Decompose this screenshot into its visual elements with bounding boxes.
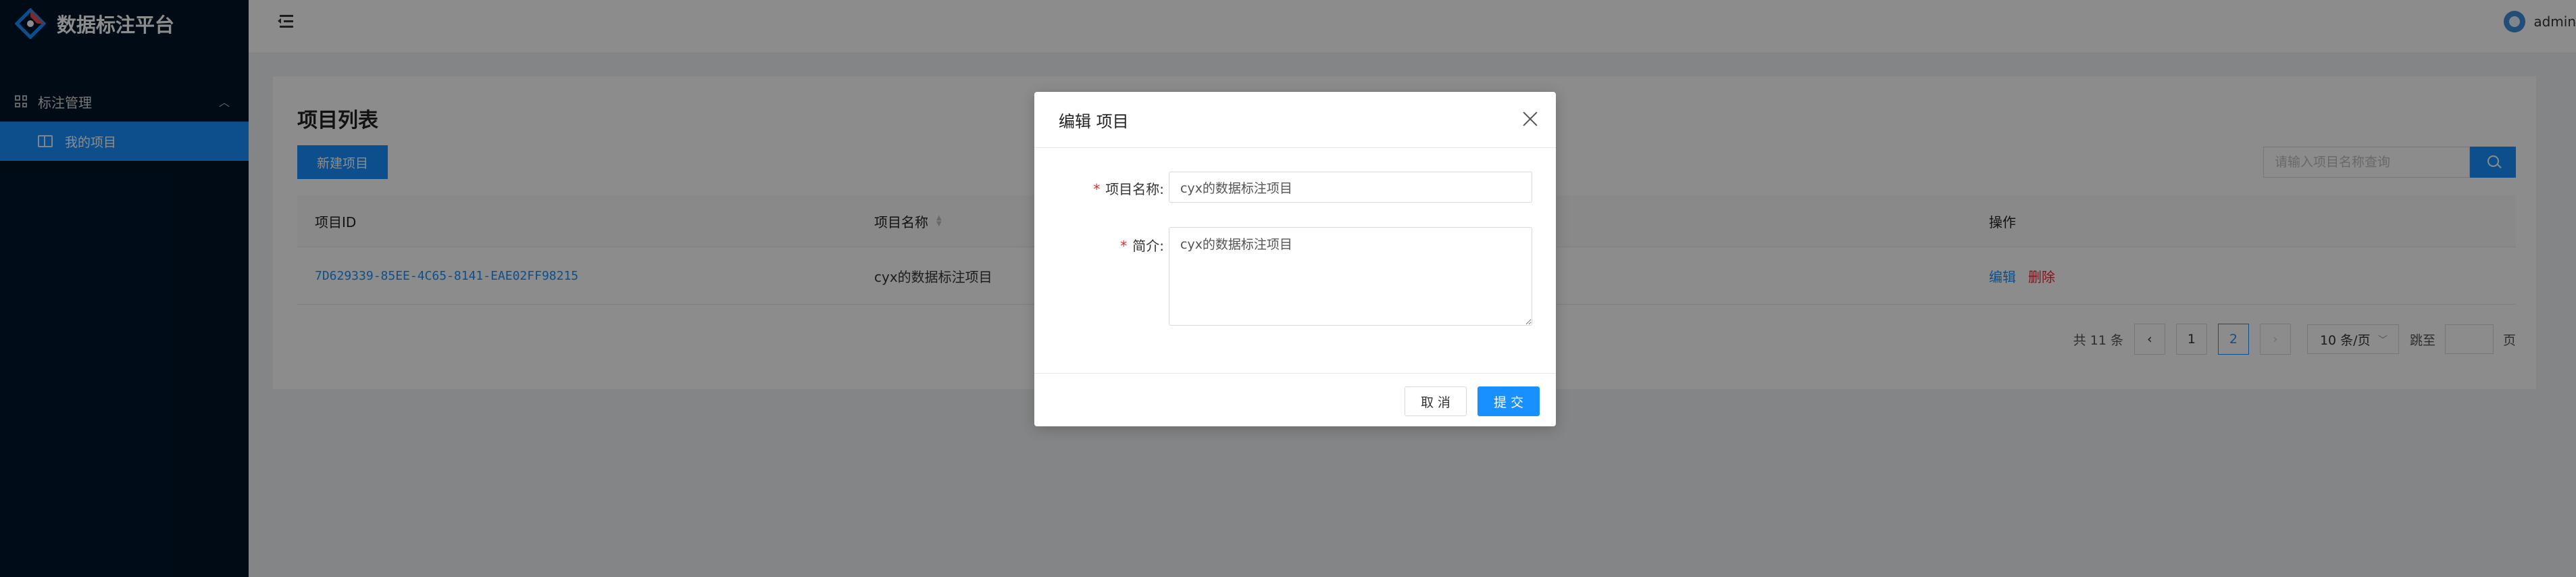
form-row-intro: * 简介: cyx的数据标注项目 xyxy=(1034,227,1556,326)
cancel-button[interactable]: 取 消 xyxy=(1405,386,1467,416)
form-row-name: * 项目名称: xyxy=(1034,172,1556,203)
name-label: * 项目名称: xyxy=(1093,178,1164,198)
intro-textarea[interactable]: cyx的数据标注项目 xyxy=(1169,227,1532,326)
edit-project-modal: 编辑 项目 *项目名称: *简介: cyx的数据标注项目 取 消 提 交 xyxy=(1034,92,1556,426)
close-icon[interactable] xyxy=(1521,109,1540,128)
intro-label-text: 简介: xyxy=(1132,238,1164,254)
required-mark: * xyxy=(1120,238,1128,254)
intro-label: * 简介: xyxy=(1120,235,1164,255)
submit-button[interactable]: 提 交 xyxy=(1478,386,1540,416)
modal-header: 编辑 项目 xyxy=(1034,92,1556,148)
name-label-text: 项目名称: xyxy=(1105,181,1164,197)
required-mark: * xyxy=(1093,181,1101,197)
modal-title: 编辑 项目 xyxy=(1059,112,1129,131)
modal-footer: 取 消 提 交 xyxy=(1034,373,1556,427)
project-name-field[interactable] xyxy=(1169,172,1532,203)
